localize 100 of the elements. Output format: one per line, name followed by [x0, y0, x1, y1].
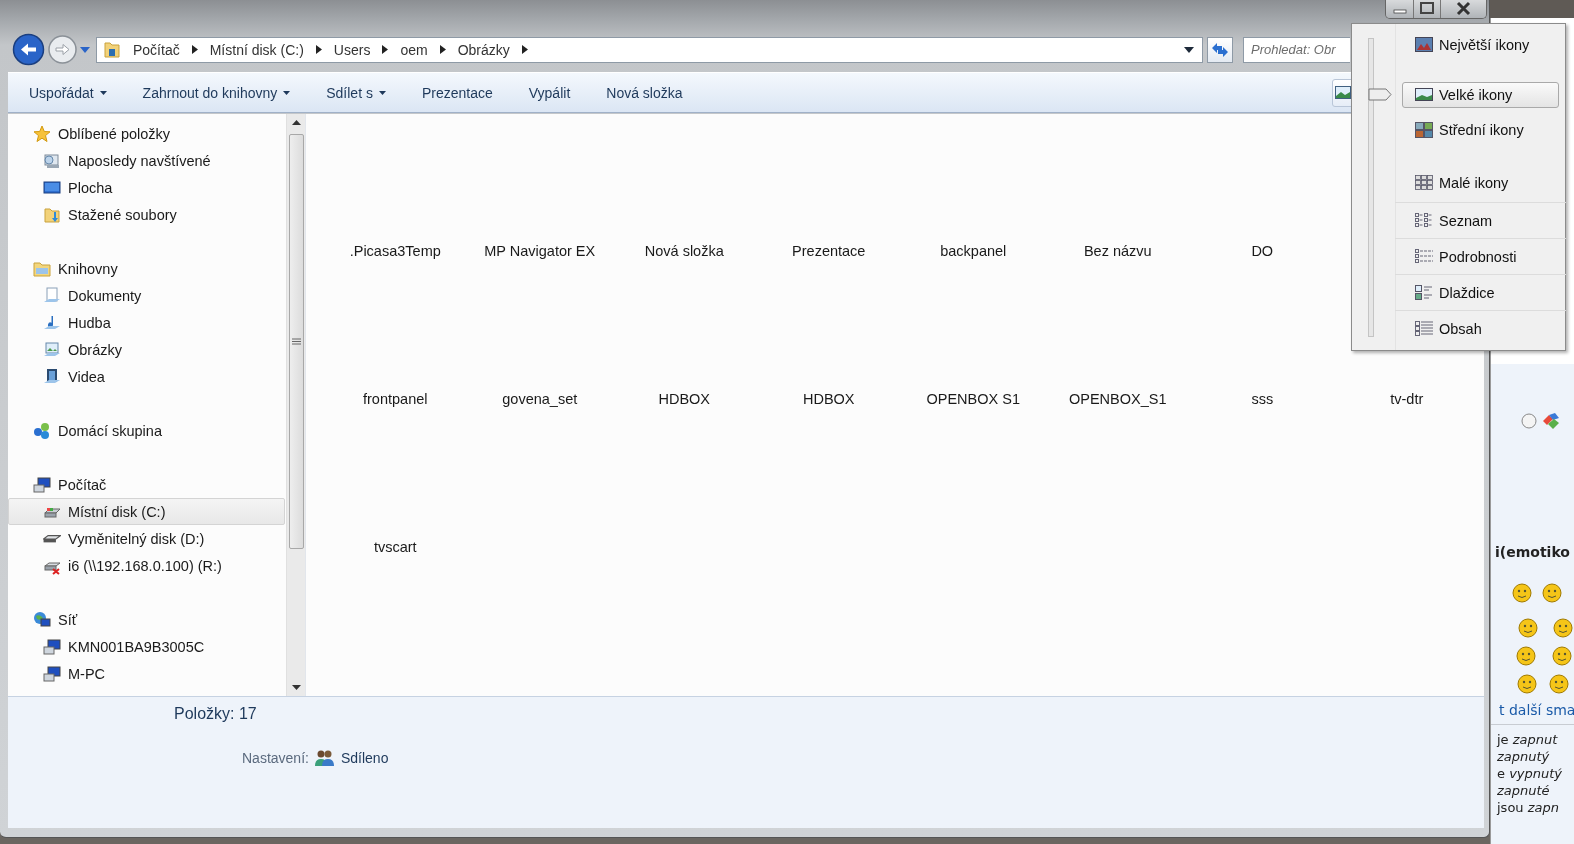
recent-places-icon — [43, 151, 61, 170]
computer-icon — [33, 475, 51, 494]
file-name[interactable]: HDBOX — [658, 389, 711, 409]
chevron-icon[interactable] — [191, 45, 198, 54]
breadcrumb[interactable]: Users — [333, 41, 371, 58]
back-button[interactable] — [12, 33, 45, 66]
toolbar-button[interactable]: Nová složka — [598, 80, 691, 105]
breadcrumb[interactable]: Počítač — [133, 41, 180, 58]
nav-item[interactable]: Síť — [8, 606, 285, 633]
setting-label: Nastavení: — [242, 750, 309, 766]
breadcrumb[interactable]: oem — [400, 41, 428, 58]
nav-item[interactable]: Hudba — [8, 309, 285, 336]
document-icon — [43, 286, 61, 305]
more-smileys-link[interactable]: t další sma — [1491, 702, 1574, 718]
scrollbar[interactable] — [286, 114, 305, 696]
toolbar-button[interactable]: Sdílet s — [318, 80, 394, 105]
menu-item[interactable]: Malé ikony — [1402, 170, 1559, 196]
homegroup-icon — [33, 421, 51, 440]
smiley-icon — [1552, 646, 1572, 666]
dropdown-arrow-icon[interactable] — [1184, 46, 1194, 53]
chevron-icon[interactable] — [439, 45, 446, 54]
slider-thumb[interactable] — [1367, 87, 1392, 101]
close-button[interactable] — [1440, 0, 1486, 18]
view-list-icon — [1415, 213, 1433, 229]
nav-item[interactable]: i6 (\\192.168.0.100) (R:) — [8, 552, 285, 579]
file-name[interactable]: Bez názvu — [1083, 241, 1152, 261]
view-details-icon — [1415, 249, 1433, 265]
file-name[interactable]: frontpanel — [363, 389, 428, 409]
smiley-icon — [1542, 583, 1562, 603]
drive-icon — [43, 534, 61, 543]
history-dropdown-icon[interactable] — [80, 46, 90, 53]
smiley-icon — [1517, 674, 1537, 694]
nav-item[interactable]: Počítač — [8, 471, 285, 498]
maximize-button[interactable] — [1413, 0, 1440, 18]
nav-item[interactable]: KMN001BA9B3005C — [8, 633, 285, 660]
picture-icon — [43, 340, 61, 359]
nav-item[interactable]: Naposledy navštívené — [8, 147, 285, 174]
view-extra-large-icon — [1415, 37, 1433, 53]
view-large-icon — [1415, 87, 1433, 103]
caret-icon — [283, 90, 291, 95]
refresh-button[interactable] — [1207, 36, 1233, 63]
smiley-icon — [1512, 583, 1532, 603]
users-icon — [314, 749, 335, 767]
radio-button[interactable] — [1521, 413, 1537, 429]
status-line: je zapnut — [1495, 731, 1559, 748]
breadcrumb[interactable]: Obrázky — [457, 41, 510, 58]
toolbar-button[interactable]: Vypálit — [520, 80, 579, 105]
nav-item[interactable]: Oblíbené položky — [8, 120, 285, 147]
nav-item[interactable]: Dokumenty — [8, 282, 285, 309]
toolbar-button[interactable]: Prezentace — [413, 80, 501, 105]
section-heading: i(emotiko — [1494, 544, 1571, 560]
toolbar-button[interactable]: Uspořádat — [21, 80, 115, 105]
file-name[interactable]: DO — [1251, 241, 1274, 261]
file-name[interactable]: sss — [1251, 389, 1274, 409]
refresh-icon — [1211, 41, 1229, 58]
file-name[interactable]: MP Navigator EX — [484, 241, 596, 261]
file-name[interactable]: tv-dtr — [1390, 389, 1424, 409]
file-name[interactable]: HDBOX — [802, 389, 855, 409]
file-name[interactable]: Nová složka — [644, 241, 724, 261]
chevron-icon[interactable] — [315, 45, 322, 54]
search-field[interactable]: Prohledat: Obr — [1243, 36, 1350, 63]
scroll-down-icon[interactable] — [291, 685, 301, 690]
nav-item[interactable]: Místní disk (C:) — [8, 498, 285, 525]
nav-item[interactable]: M-PC — [8, 660, 285, 687]
file-name[interactable]: tvscart — [373, 537, 417, 557]
breadcrumb[interactable]: Místní disk (C:) — [209, 41, 304, 58]
nav-item[interactable]: Knihovny — [8, 255, 285, 282]
menu-item[interactable]: Velké ikony — [1402, 82, 1559, 108]
nav-item[interactable]: Obrázky — [8, 336, 285, 363]
music-note-icon — [43, 313, 61, 332]
nav-item[interactable]: Videa — [8, 363, 285, 390]
view-tiles-icon — [1415, 285, 1433, 301]
nav-item[interactable]: Vyměnitelný disk (D:) — [8, 525, 285, 552]
nav-item[interactable]: Domácí skupina — [8, 417, 285, 444]
grip-icon — [291, 338, 301, 345]
chevron-icon[interactable] — [521, 45, 528, 54]
nav-item[interactable]: Plocha — [8, 174, 285, 201]
file-name[interactable]: Prezentace — [792, 241, 866, 261]
file-name[interactable]: backpanel — [940, 241, 1007, 261]
status-line: zapnutý — [1496, 748, 1551, 765]
status-line: e vypnutý — [1496, 765, 1564, 782]
file-name[interactable]: OPENBOX_S1 — [1069, 389, 1167, 409]
scroll-up-icon[interactable] — [291, 120, 301, 125]
view-button[interactable] — [1332, 78, 1354, 107]
network-globe-icon — [33, 610, 51, 629]
menu-item[interactable]: Střední ikony — [1402, 117, 1559, 143]
picture-icon — [1335, 86, 1351, 99]
nav-item[interactable]: Stažené soubory — [8, 201, 285, 228]
view-medium-icon — [1415, 122, 1433, 138]
file-name[interactable]: OPENBOX S1 — [926, 389, 1020, 409]
download-folder-icon — [43, 205, 61, 224]
file-name[interactable]: .Picasa3Temp — [349, 241, 441, 261]
view-size-slider[interactable] — [1367, 38, 1392, 337]
caret-icon — [378, 90, 386, 95]
file-name[interactable]: govena_set — [502, 389, 578, 409]
toolbar-button[interactable]: Zahrnout do knihovny — [134, 80, 299, 105]
menu-item[interactable]: Největší ikony — [1402, 32, 1559, 58]
desktop-icon — [43, 178, 61, 197]
smiley-icon — [1516, 646, 1536, 666]
chevron-icon[interactable] — [382, 45, 389, 54]
